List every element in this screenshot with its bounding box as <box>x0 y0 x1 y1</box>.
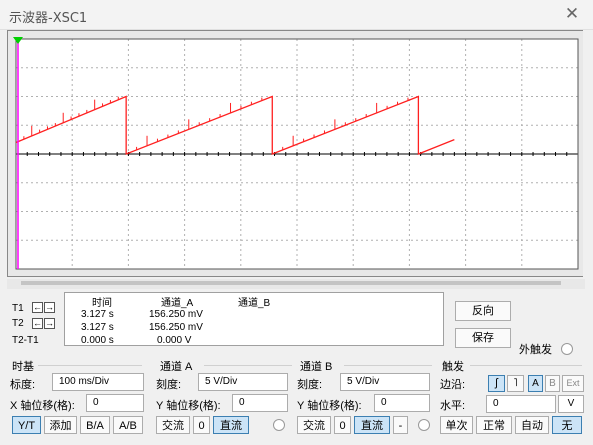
trigger-auto-button[interactable]: 自动 <box>515 416 549 434</box>
ext-trigger-radio[interactable] <box>561 343 573 355</box>
save-button[interactable]: 保存 <box>455 328 511 348</box>
diff-time-value: 0.000 s <box>81 335 114 346</box>
trigger-level-unit[interactable]: V <box>558 395 584 413</box>
cursor-readout-table: 时间 通道_A 通道_B 3.127 s 156.250 mV 3.127 s … <box>64 292 444 346</box>
trigger-source-ext-button[interactable]: Ext <box>562 375 584 392</box>
trigger-level-field[interactable]: 0 <box>486 395 556 413</box>
channel-b-scale-label: 刻度: <box>297 379 323 391</box>
channel-a-dc-button[interactable]: 直流 <box>213 416 249 434</box>
t2-t1-label: T2-T1 <box>12 335 39 346</box>
channel-b-radio[interactable] <box>418 419 430 431</box>
channel-b-ypos-field[interactable]: 0 <box>374 394 430 412</box>
channel-a-scale-label: 刻度: <box>156 379 182 391</box>
scope-display <box>8 31 584 276</box>
channel-a-scale-field[interactable]: 5 V/Div <box>198 373 288 391</box>
timebase-scale-label: 标度: <box>10 379 36 391</box>
col-header-ch-a: 通道_A <box>161 298 194 309</box>
channel-b-scale-field[interactable]: 5 V/Div <box>340 373 430 391</box>
channel-b-ypos-label: Y 轴位移(格): <box>297 400 362 412</box>
mode-ab-button[interactable]: A/B <box>113 416 143 434</box>
right-edge-strip <box>583 30 593 277</box>
t2-right-arrow-icon[interactable]: → <box>44 318 55 329</box>
channel-b-minus-button[interactable]: - <box>393 416 408 434</box>
trigger-title: 触发 <box>442 361 464 373</box>
title-bar: 示波器-XSC1 ✕ <box>0 0 593 30</box>
trigger-level-label: 水平: <box>440 400 466 412</box>
t2-arrows: ← → <box>32 318 56 329</box>
channel-a-radio[interactable] <box>273 419 285 431</box>
diff-ch-a-value: 0.000 V <box>157 335 192 346</box>
timebase-scale-field[interactable]: 100 ms/Div <box>52 373 144 391</box>
channel-a-title: 通道 A <box>160 361 193 373</box>
mode-add-button[interactable]: 添加 <box>44 416 77 434</box>
mode-yt-button[interactable]: Y/T <box>12 416 41 434</box>
t1-ch-a-value: 156.250 mV <box>149 309 203 320</box>
t2-label: T2 <box>12 318 24 329</box>
mode-ba-button[interactable]: B/A <box>80 416 110 434</box>
close-icon[interactable]: ✕ <box>561 3 583 25</box>
channel-b-divider <box>344 365 432 366</box>
trigger-source-b-button[interactable]: B <box>545 375 560 392</box>
channel-a-ypos-label: Y 轴位移(格): <box>156 400 221 412</box>
window-title: 示波器-XSC1 <box>9 11 88 26</box>
scrollbar-thumb[interactable] <box>21 281 561 285</box>
falling-edge-button[interactable]: ˥ <box>507 375 524 392</box>
t2-time-value: 3.127 s <box>81 322 114 333</box>
t1-right-arrow-icon[interactable]: → <box>44 302 55 313</box>
channel-b-zero-button[interactable]: 0 <box>334 416 351 434</box>
x-position-label: X 轴位移(格): <box>10 400 75 412</box>
trigger-none-button[interactable]: 无 <box>552 416 582 434</box>
trigger-divider <box>470 365 582 366</box>
t1-left-arrow-icon[interactable]: ← <box>32 302 43 313</box>
x-position-field[interactable]: 0 <box>86 394 144 412</box>
col-header-ch-b: 通道_B <box>238 298 271 309</box>
channel-b-title: 通道 B <box>300 361 333 373</box>
channel-b-dc-button[interactable]: 直流 <box>354 416 390 434</box>
timebase-title: 时基 <box>12 361 34 373</box>
trigger-edge-label: 边沿: <box>440 379 466 391</box>
t2-ch-a-value: 156.250 mV <box>149 322 203 333</box>
channel-b-ac-button[interactable]: 交流 <box>297 416 331 434</box>
t1-label: T1 <box>12 303 24 314</box>
t2-left-arrow-icon[interactable]: ← <box>32 318 43 329</box>
trigger-single-button[interactable]: 单次 <box>440 416 473 434</box>
t1-time-value: 3.127 s <box>81 309 114 320</box>
t1-arrows: ← → <box>32 302 56 313</box>
trigger-normal-button[interactable]: 正常 <box>476 416 512 434</box>
col-header-time: 时间 <box>92 298 112 309</box>
reverse-button[interactable]: 反向 <box>455 301 511 321</box>
trigger-source-a-button[interactable]: A <box>528 375 543 392</box>
channel-a-divider <box>204 365 292 366</box>
channel-a-ypos-field[interactable]: 0 <box>232 394 288 412</box>
rising-edge-button[interactable]: ʃ <box>488 375 505 392</box>
channel-a-ac-button[interactable]: 交流 <box>156 416 190 434</box>
oscilloscope-screen[interactable] <box>7 30 585 277</box>
time-scrollbar[interactable] <box>7 279 585 289</box>
ext-trigger-label: 外触发 <box>519 344 552 356</box>
timebase-divider <box>38 365 142 366</box>
channel-a-zero-button[interactable]: 0 <box>193 416 210 434</box>
